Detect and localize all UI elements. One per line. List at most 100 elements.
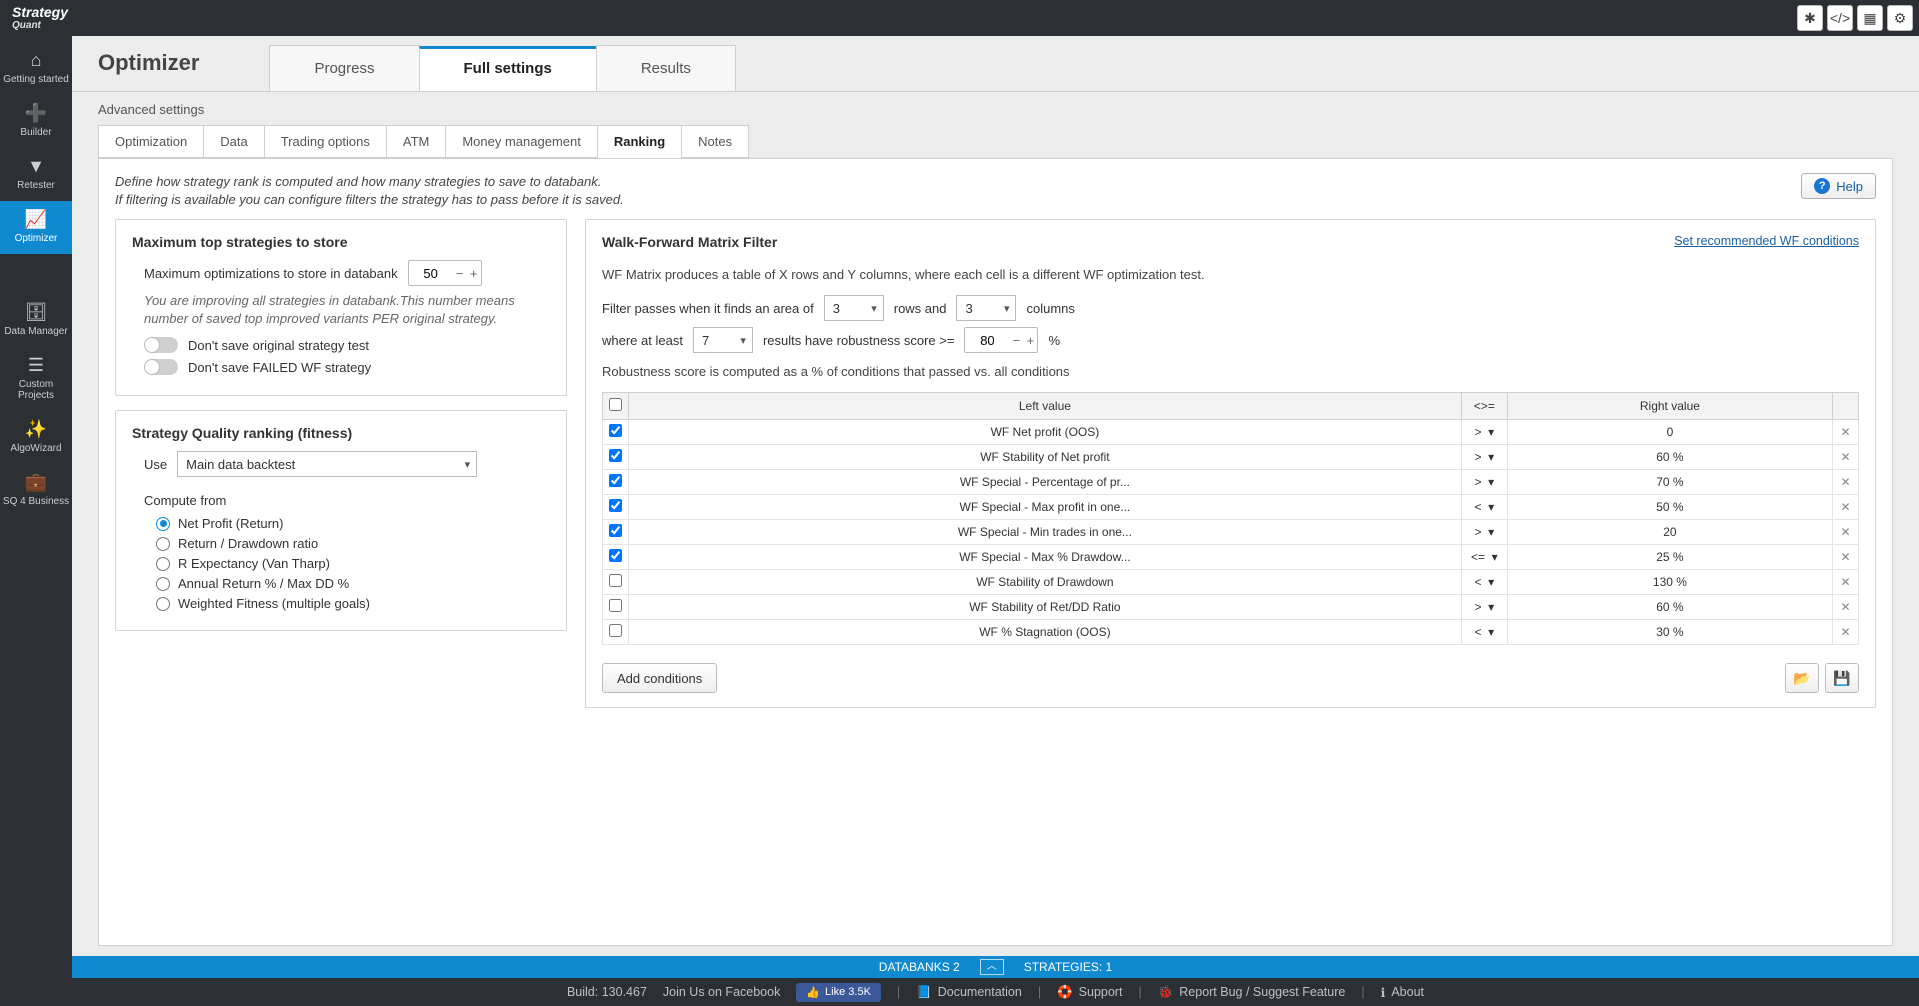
radio-annual-return[interactable]: Annual Return % / Max DD % — [156, 576, 550, 591]
row-checkbox[interactable] — [609, 549, 622, 562]
intro-text: Define how strategy rank is computed and… — [115, 173, 624, 209]
step-down-icon[interactable]: − — [1009, 333, 1023, 348]
delete-row-icon[interactable]: ✕ — [1840, 475, 1850, 489]
toggle-dont-save-original[interactable] — [144, 337, 178, 353]
delete-row-icon[interactable]: ✕ — [1840, 550, 1850, 564]
quality-card: Strategy Quality ranking (fitness) Use M… — [115, 410, 567, 631]
wf-least-select[interactable]: 7 — [693, 327, 753, 353]
row-op[interactable]: > ▾ — [1461, 420, 1507, 445]
subtab-money-management[interactable]: Money management — [445, 125, 598, 158]
about-link[interactable]: ℹAbout — [1381, 985, 1424, 1000]
delete-row-icon[interactable]: ✕ — [1840, 525, 1850, 539]
wf-cols-select[interactable]: 3 — [956, 295, 1016, 321]
tab-results[interactable]: Results — [596, 45, 736, 91]
subtab-data[interactable]: Data — [203, 125, 264, 158]
delete-row-icon[interactable]: ✕ — [1840, 625, 1850, 639]
folder-open-icon[interactable]: 📂 — [1785, 663, 1819, 693]
row-checkbox[interactable] — [609, 474, 622, 487]
add-conditions-button[interactable]: Add conditions — [602, 663, 717, 693]
quality-title: Strategy Quality ranking (fitness) — [132, 425, 550, 441]
row-op[interactable]: > ▾ — [1461, 445, 1507, 470]
row-op[interactable]: > ▾ — [1461, 595, 1507, 620]
header-checkbox[interactable] — [609, 398, 622, 411]
radio-label: Return / Drawdown ratio — [178, 536, 318, 551]
radio-net-profit[interactable]: Net Profit (Return) — [156, 516, 550, 531]
sidebar-item-getting-started[interactable]: ⌂ Getting started — [0, 42, 72, 95]
row-op[interactable]: > ▾ — [1461, 520, 1507, 545]
subtab-notes[interactable]: Notes — [681, 125, 749, 158]
help-button[interactable]: ? Help — [1801, 173, 1876, 199]
row-op[interactable]: < ▾ — [1461, 495, 1507, 520]
row-checkbox[interactable] — [609, 624, 622, 637]
sidebar-item-custom-projects[interactable]: ☰ Custom Projects — [0, 347, 72, 411]
row-left: WF % Stagnation (OOS) — [629, 620, 1462, 645]
save-icon[interactable]: 💾 — [1825, 663, 1859, 693]
max-store-card: Maximum top strategies to store Maximum … — [115, 219, 567, 396]
delete-row-icon[interactable]: ✕ — [1840, 575, 1850, 589]
step-down-icon[interactable]: − — [453, 266, 467, 281]
radio-weighted-fitness[interactable]: Weighted Fitness (multiple goals) — [156, 596, 550, 611]
radio-label: R Expectancy (Van Tharp) — [178, 556, 330, 571]
row-op[interactable]: < ▾ — [1461, 570, 1507, 595]
step-up-icon[interactable]: + — [1023, 333, 1037, 348]
delete-row-icon[interactable]: ✕ — [1840, 450, 1850, 464]
subtab-atm[interactable]: ATM — [386, 125, 446, 158]
row-op[interactable]: <= ▾ — [1461, 545, 1507, 570]
support-link[interactable]: 🛟Support — [1057, 985, 1122, 1000]
max-store-input[interactable]: − + — [408, 260, 482, 286]
radio-dot-icon — [156, 537, 170, 551]
row-checkbox[interactable] — [609, 524, 622, 537]
subtab-ranking[interactable]: Ranking — [597, 125, 682, 158]
tab-progress[interactable]: Progress — [269, 45, 419, 91]
radio-r-expectancy[interactable]: R Expectancy (Van Tharp) — [156, 556, 550, 571]
sidebar-item-retester[interactable]: ▼ Retester — [0, 148, 72, 201]
row-checkbox[interactable] — [609, 449, 622, 462]
table-row: WF % Stagnation (OOS)< ▾30 %✕ — [603, 620, 1859, 645]
delete-row-icon[interactable]: ✕ — [1840, 500, 1850, 514]
report-bug-link[interactable]: 🐞Report Bug / Suggest Feature — [1158, 985, 1346, 1000]
sidebar-item-label: Custom Projects — [18, 379, 54, 401]
sidebar-item-data-manager[interactable]: 🗄 Data Manager — [0, 294, 72, 347]
row-checkbox[interactable] — [609, 499, 622, 512]
sidebar-item-algowizard[interactable]: ✨ AlgoWizard — [0, 411, 72, 464]
max-store-hint: You are improving all strategies in data… — [132, 292, 550, 327]
sidebar-item-label: AlgoWizard — [10, 443, 61, 454]
subtab-optimization[interactable]: Optimization — [98, 125, 204, 158]
sidebar-item-sq4business[interactable]: 💼 SQ 4 Business — [0, 464, 72, 517]
row-op[interactable]: > ▾ — [1461, 470, 1507, 495]
documentation-link[interactable]: 📘Documentation — [916, 985, 1022, 1000]
use-value: Main data backtest — [186, 457, 295, 472]
like-button[interactable]: 👍Like 3.5K — [796, 983, 881, 1002]
delete-row-icon[interactable]: ✕ — [1840, 425, 1850, 439]
row-checkbox[interactable] — [609, 574, 622, 587]
step-up-icon[interactable]: + — [467, 266, 481, 281]
gear-icon[interactable]: ⚙ — [1887, 5, 1913, 31]
row-op[interactable]: < ▾ — [1461, 620, 1507, 645]
delete-row-icon[interactable]: ✕ — [1840, 600, 1850, 614]
chevron-up-icon[interactable]: ︿ — [980, 959, 1004, 975]
wf-note: Robustness score is computed as a % of c… — [602, 363, 1859, 382]
subtab-trading-options[interactable]: Trading options — [264, 125, 387, 158]
radio-return-dd[interactable]: Return / Drawdown ratio — [156, 536, 550, 551]
sidebar-item-optimizer[interactable]: 📈 Optimizer — [0, 201, 72, 254]
toggle-dont-save-failed[interactable] — [144, 359, 178, 375]
max-store-value[interactable] — [409, 266, 453, 281]
wf-t1: Filter passes when it finds an area of — [602, 301, 814, 316]
tab-full-settings[interactable]: Full settings — [419, 46, 597, 91]
bug-icon[interactable]: ✱ — [1797, 5, 1823, 31]
databanks-bar[interactable]: DATABANKS 2 ︿ STRATEGIES: 1 — [72, 956, 1919, 978]
sidebar-item-builder[interactable]: ➕ Builder — [0, 95, 72, 148]
wf-rows-select[interactable]: 3 — [824, 295, 884, 321]
radio-label: Net Profit (Return) — [178, 516, 283, 531]
wf-recommended-link[interactable]: Set recommended WF conditions — [1674, 234, 1859, 248]
compute-from-label: Compute from — [132, 493, 550, 508]
grid-icon[interactable]: ▦ — [1857, 5, 1883, 31]
row-checkbox[interactable] — [609, 424, 622, 437]
row-checkbox[interactable] — [609, 599, 622, 612]
facebook-link[interactable]: Join Us on Facebook — [663, 985, 780, 999]
wf-score-input[interactable]: − + — [964, 327, 1038, 353]
code-icon[interactable]: </> — [1827, 5, 1853, 31]
wf-score-value[interactable] — [965, 333, 1009, 348]
row-right: 70 % — [1507, 470, 1832, 495]
use-select[interactable]: Main data backtest — [177, 451, 477, 477]
